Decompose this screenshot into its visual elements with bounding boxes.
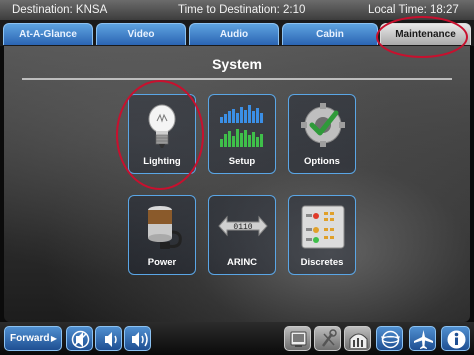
lighting-label: Lighting xyxy=(143,156,181,167)
power-button[interactable]: Power xyxy=(128,195,196,275)
lighting-button[interactable]: Lighting xyxy=(128,94,196,174)
globe-button[interactable] xyxy=(376,326,403,351)
arinc-bus-icon: 0110 xyxy=(218,215,268,237)
wrench-check-icon xyxy=(301,103,345,147)
play-arrow-icon: ▶ xyxy=(50,334,57,343)
tab-video[interactable]: Video xyxy=(96,23,186,45)
tab-at-a-glance[interactable]: At-A-Glance xyxy=(3,23,93,45)
destination-text: Destination: KNSA xyxy=(12,4,108,16)
info-icon xyxy=(447,330,466,349)
settings-tools-icon xyxy=(322,329,337,347)
cabin-seats-icon xyxy=(349,333,368,348)
discretes-button[interactable]: Discretes xyxy=(288,195,356,275)
tab-audio[interactable]: Audio xyxy=(189,23,279,45)
time-to-destination-text: Time to Destination: 2:10 xyxy=(178,4,306,16)
options-label: Options xyxy=(304,156,340,167)
discretes-panel-icon xyxy=(301,205,345,249)
airplane-button[interactable] xyxy=(409,326,436,351)
tab-maintenance[interactable]: Maintenance xyxy=(380,23,471,45)
cabin-seats-button[interactable] xyxy=(344,326,371,351)
mute-button[interactable] xyxy=(66,326,93,351)
title-divider xyxy=(22,78,452,80)
volume-down-button[interactable] xyxy=(95,326,122,351)
forward-label: Forward xyxy=(10,333,50,344)
info-button[interactable] xyxy=(441,326,470,351)
globe-icon xyxy=(381,330,400,349)
tab-bar: At-A-Glance Video Audio Cabin Maintenanc… xyxy=(0,20,474,46)
status-bar: Destination: KNSA Time to Destination: 2… xyxy=(0,0,474,20)
volume-down-icon xyxy=(105,332,117,347)
local-time-text: Local Time: 18:27 xyxy=(368,4,459,16)
discretes-label: Discretes xyxy=(300,257,344,268)
volume-up-icon xyxy=(132,332,148,347)
power-label: Power xyxy=(147,257,177,268)
setup-label: Setup xyxy=(228,156,256,167)
tab-cabin[interactable]: Cabin xyxy=(282,23,378,45)
bottom-bar: Forward ▶ xyxy=(0,322,474,355)
forward-button[interactable]: Forward ▶ xyxy=(4,326,62,351)
options-button[interactable]: Options xyxy=(288,94,356,174)
page-title: System xyxy=(212,56,262,72)
volume-up-button[interactable] xyxy=(124,326,151,351)
system-panel: System Lighting Setup Options Power 0110… xyxy=(4,46,470,322)
battery-plug-icon xyxy=(148,206,182,249)
setup-button[interactable]: Setup xyxy=(208,94,276,174)
arinc-bus-text: 0110 xyxy=(233,223,252,232)
light-bulb-icon xyxy=(148,104,176,148)
mute-icon xyxy=(71,330,90,349)
monitor-icon xyxy=(290,331,307,347)
arinc-button[interactable]: 0110 ARINC xyxy=(208,195,276,275)
monitor-button[interactable] xyxy=(284,326,311,351)
arinc-label: ARINC xyxy=(226,257,258,268)
settings-tools-button[interactable] xyxy=(314,326,341,351)
bar-graph-icon xyxy=(220,105,263,147)
airplane-icon xyxy=(414,330,433,349)
